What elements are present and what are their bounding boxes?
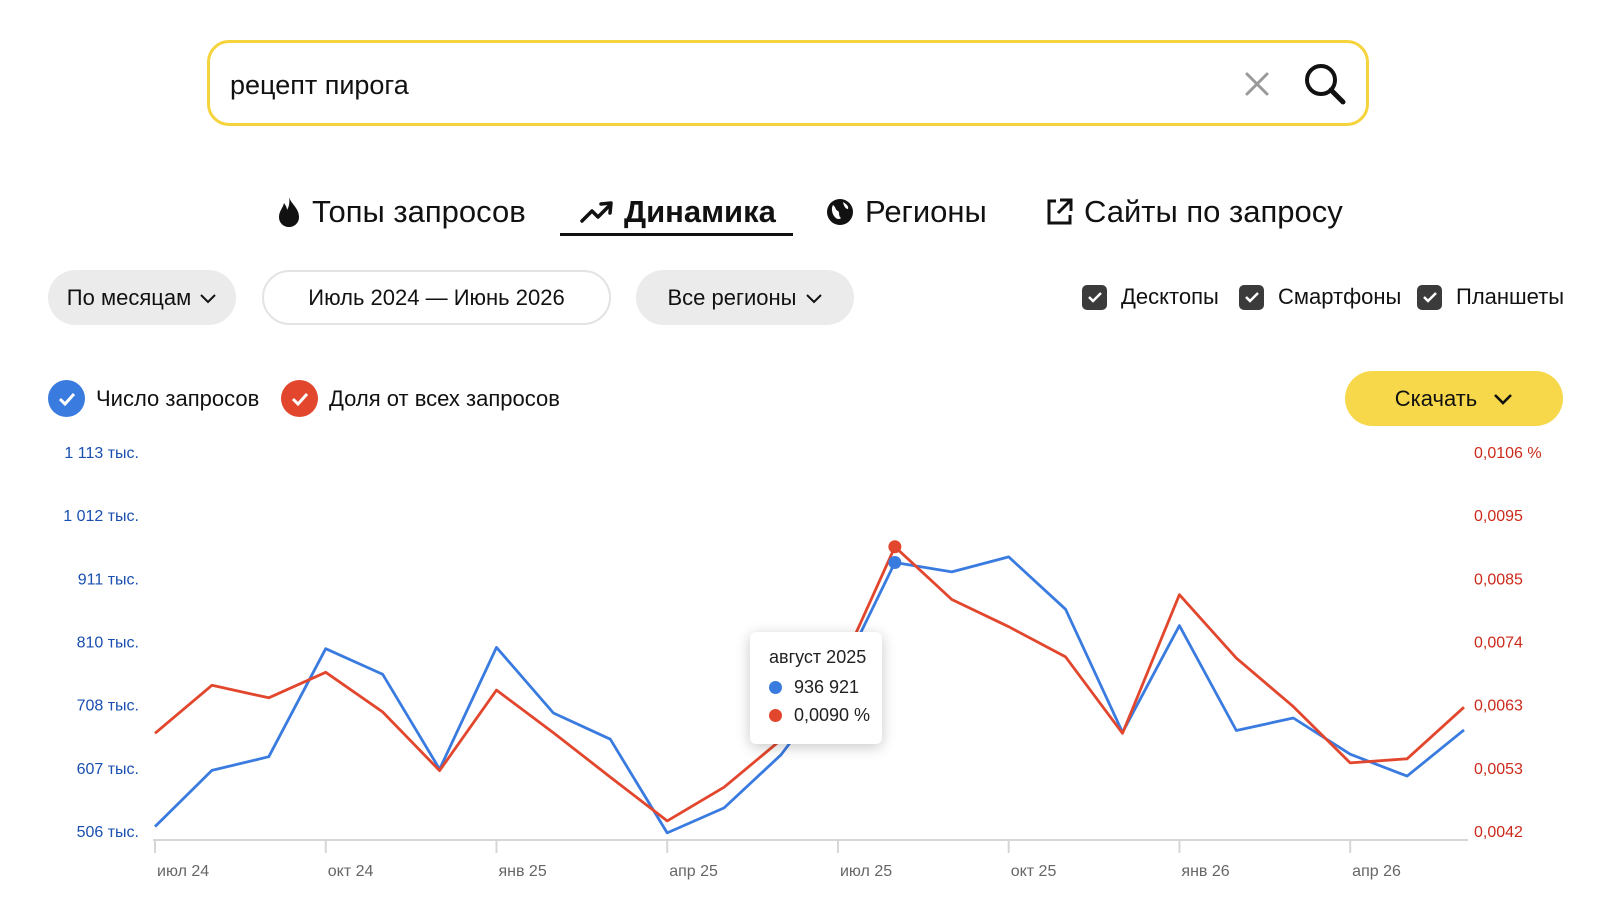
checkbox-label: Десктопы: [1121, 284, 1219, 309]
x-tick-label: апр 25: [669, 863, 718, 880]
fire-icon: [279, 197, 299, 227]
download-button[interactable]: Скачать: [1345, 371, 1563, 426]
active-tab-indicator: [560, 233, 793, 236]
highlight-point-share: [888, 540, 902, 554]
download-label: Скачать: [1394, 385, 1478, 411]
legend-toggle-share[interactable]: Доля от всех запросов: [281, 380, 560, 417]
search-bar[interactable]: рецепт пирога: [207, 40, 1369, 126]
date-range-picker[interactable]: Июль 2024 — Июнь 2026: [262, 270, 611, 325]
series-dot-icon: [769, 709, 782, 722]
y-left-tick-label: 1 012 тыс.: [63, 508, 139, 525]
y-right-tick-label: 0,0074: [1474, 635, 1523, 652]
tab-sites[interactable]: Сайты по запросу: [1044, 188, 1343, 236]
search-icon[interactable]: [1302, 61, 1348, 107]
y-left-tick-label: 911 тыс.: [78, 571, 139, 588]
check-circle-icon: [48, 380, 85, 417]
y-left-tick-label: 607 тыс.: [77, 761, 139, 778]
check-circle-icon: [281, 380, 318, 417]
tooltip-share: 0,0090 %: [794, 705, 871, 725]
checkbox-smartphones[interactable]: Смартфоны: [1239, 284, 1401, 310]
y-left-tick-label: 810 тыс.: [77, 635, 139, 652]
chart-tooltip: август 2025 936 921 0,0090 %: [750, 632, 882, 744]
search-input[interactable]: рецепт пирога: [230, 70, 409, 101]
period-select-label: По месяцам: [66, 284, 192, 310]
y-right-tick-label: 0,0053: [1474, 761, 1523, 778]
legend-toggle-count[interactable]: Число запросов: [48, 380, 259, 417]
legend-label: Доля от всех запросов: [329, 385, 560, 411]
globe-icon: [827, 199, 853, 225]
chevron-down-icon: [200, 293, 216, 303]
external-link-icon: [1047, 198, 1073, 225]
y-left-tick-label: 506 тыс.: [77, 824, 139, 841]
checkbox-label: Планшеты: [1456, 284, 1565, 309]
y-right-tick-label: 0,0095: [1474, 508, 1523, 525]
y-left-tick-label: 708 тыс.: [77, 698, 139, 715]
y-right-tick-label: 0,0085: [1474, 571, 1523, 588]
tooltip-count-row: 936 921: [769, 677, 859, 698]
tooltip-title: август 2025: [769, 647, 867, 667]
checkbox-checked-icon: [1239, 284, 1264, 310]
x-tick-label: апр 26: [1352, 863, 1401, 880]
tab-label: Динамика: [624, 194, 776, 229]
tab-label: Топы запросов: [312, 194, 526, 229]
clear-icon[interactable]: [1240, 67, 1274, 101]
region-select-label: Все регионы: [667, 284, 797, 310]
x-tick-label: янв 26: [1181, 863, 1229, 880]
y-right-tick-label: 0,0106 %: [1474, 445, 1542, 462]
x-tick-label: окт 24: [328, 863, 374, 880]
region-select[interactable]: Все регионы: [636, 270, 854, 325]
checkbox-tablets[interactable]: Планшеты: [1417, 284, 1564, 310]
checkbox-label: Смартфоны: [1278, 284, 1402, 309]
y-right-tick-label: 0,0063: [1474, 698, 1523, 715]
tab-bar: Топы запросов Динамика Регионы Сайты по …: [0, 188, 1600, 236]
trend-arrow-icon: [580, 201, 613, 223]
series-dot-icon: [769, 681, 782, 694]
y-left-tick-label: 1 113 тыс.: [64, 445, 139, 462]
date-range-label: Июль 2024 — Июнь 2026: [308, 284, 565, 310]
tooltip-share-row: 0,0090 %: [769, 705, 870, 726]
tab-top-queries[interactable]: Топы запросов: [276, 188, 526, 236]
x-tick-label: окт 25: [1011, 863, 1057, 880]
y-right-tick-label: 0,0042: [1474, 824, 1523, 841]
chevron-down-icon: [1494, 394, 1513, 405]
checkbox-checked-icon: [1082, 284, 1107, 310]
x-tick-label: янв 25: [498, 863, 546, 880]
tab-label: Регионы: [865, 194, 987, 229]
checkbox-checked-icon: [1417, 284, 1442, 310]
x-tick-label: июл 25: [840, 863, 892, 880]
highlight-point-count: [888, 556, 902, 570]
period-select[interactable]: По месяцам: [48, 270, 236, 325]
tab-regions[interactable]: Регионы: [825, 188, 987, 236]
tab-dynamics[interactable]: Динамика: [580, 188, 776, 236]
tooltip-count: 936 921: [794, 677, 860, 697]
legend-label: Число запросов: [96, 385, 260, 411]
tab-label: Сайты по запросу: [1084, 194, 1343, 229]
checkbox-desktops[interactable]: Десктопы: [1082, 284, 1219, 310]
x-tick-label: июл 24: [157, 863, 209, 880]
chevron-down-icon: [805, 293, 822, 303]
